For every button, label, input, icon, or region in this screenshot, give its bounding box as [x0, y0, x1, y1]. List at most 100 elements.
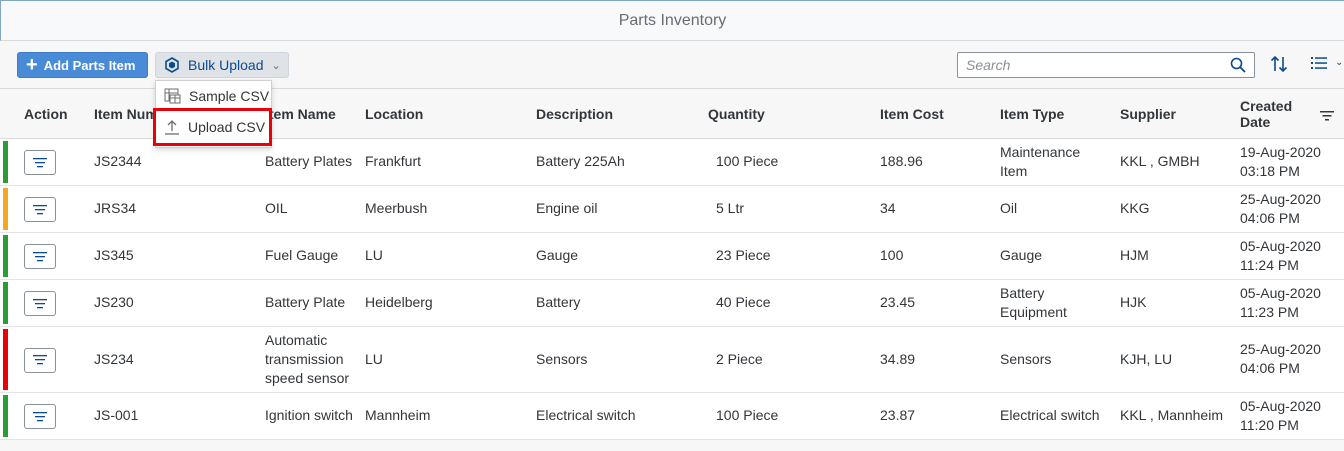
- cell-description: Battery 225Ah: [536, 153, 625, 169]
- sort-icon[interactable]: [1269, 54, 1289, 77]
- cell-item-type: Electrical switch: [1000, 407, 1100, 423]
- cell-item-cost: 23.45: [880, 294, 916, 310]
- cell-item-name: Ignition switch: [265, 407, 353, 423]
- cell-location: Mannheim: [365, 407, 431, 423]
- cell-item-num: JS234: [94, 350, 134, 367]
- list-settings-icon[interactable]: [1310, 55, 1328, 74]
- search-icon[interactable]: [1230, 57, 1246, 76]
- spreadsheet-icon: [164, 88, 181, 104]
- cell-description: Sensors: [536, 350, 588, 367]
- cell-supplier: KKL , GMBH: [1120, 153, 1200, 169]
- column-header-created-date[interactable]: Created Date: [1240, 98, 1300, 130]
- cell-quantity: 100 Piece: [716, 407, 779, 423]
- row-action-button[interactable]: [24, 404, 56, 429]
- menu-item-label: Upload CSV: [188, 119, 266, 135]
- row-action-button[interactable]: [24, 244, 56, 269]
- cube-icon: [164, 57, 180, 73]
- cell-item-cost: 34.89: [880, 350, 916, 367]
- cell-item-name: Battery Plates: [265, 153, 353, 169]
- cell-quantity: 5 Ltr: [716, 200, 745, 216]
- row-action-button[interactable]: [24, 150, 56, 175]
- cell-item-name: Automatic transmission speed sensor: [265, 331, 350, 386]
- column-header-supplier[interactable]: Supplier: [1120, 106, 1176, 122]
- cell-item-name: Fuel Gauge: [265, 247, 339, 263]
- cell-item-num: JS230: [94, 294, 134, 310]
- cell-quantity: 100 Piece: [716, 153, 779, 169]
- table-row[interactable]: JS230 Battery Plate Heidelberg Battery 40 Pi…: [0, 280, 1344, 327]
- menu-lines-icon: [33, 355, 47, 365]
- chevron-down-icon: ⌄: [271, 59, 281, 72]
- search-input[interactable]: [958, 53, 1218, 77]
- table-row[interactable]: JS-001 Ignition switch Mannheim Electrical …: [0, 393, 1344, 440]
- cell-created-date: 05-Aug-2020 11:24 PM: [1240, 237, 1321, 273]
- cell-item-num: JS345: [94, 247, 134, 263]
- cell-created-date: 05-Aug-2020 11:23 PM: [1240, 284, 1321, 320]
- menu-lines-icon: [33, 157, 47, 168]
- cell-item-name: OIL: [265, 200, 288, 216]
- column-header-item-type[interactable]: Item Type: [1000, 106, 1064, 122]
- cell-created-date: 25-Aug-2020 04:06 PM: [1240, 341, 1321, 376]
- cell-location: Meerbush: [365, 200, 428, 216]
- chevron-down-icon[interactable]: ⌄: [1335, 57, 1343, 68]
- plus-icon: +: [26, 54, 38, 76]
- cell-supplier: KJH, LU: [1120, 350, 1173, 367]
- status-indicator: [3, 282, 8, 324]
- cell-supplier: HJM: [1120, 247, 1149, 263]
- menu-lines-icon: [33, 411, 47, 422]
- cell-quantity: 23 Piece: [716, 247, 771, 263]
- cell-item-name: Battery Plate: [265, 294, 346, 310]
- status-indicator: [3, 141, 8, 183]
- menu-lines-icon: [33, 251, 47, 262]
- row-action-button[interactable]: [24, 197, 56, 222]
- column-header-location[interactable]: Location: [365, 106, 423, 122]
- table-row[interactable]: JS345 Fuel Gauge LU Gauge 23 Piece 100 Gauge HJ…: [0, 233, 1344, 280]
- cell-location: LU: [365, 350, 383, 367]
- cell-item-num: JS2344: [94, 153, 142, 169]
- cell-description: Electrical switch: [536, 407, 636, 423]
- row-action-button[interactable]: [24, 347, 56, 373]
- add-parts-item-button[interactable]: + Add Parts Item: [17, 52, 148, 78]
- status-indicator: [3, 188, 8, 230]
- cell-item-cost: 34: [880, 200, 896, 216]
- cell-location: LU: [365, 247, 383, 263]
- cell-item-type: Gauge: [1000, 247, 1043, 263]
- menu-item-sample-csv[interactable]: Sample CSV: [156, 82, 271, 110]
- cell-supplier: KKG: [1120, 200, 1150, 216]
- cell-created-date: 19-Aug-2020 03:18 PM: [1240, 143, 1321, 179]
- status-indicator: [3, 395, 8, 437]
- column-header-item-cost[interactable]: Item Cost: [880, 106, 944, 122]
- app-title: Parts Inventory: [0, 0, 1344, 41]
- bulk-upload-menu: Sample CSV Upload CSV: [155, 80, 272, 148]
- table-row[interactable]: JRS34 OIL Meerbush Engine oil 5 Ltr 34 Oil KKG 2…: [0, 186, 1344, 233]
- column-header-item-name[interactable]: Item Name: [265, 106, 336, 122]
- filter-icon[interactable]: [1320, 109, 1334, 125]
- column-header-quantity[interactable]: Quantity: [708, 106, 765, 122]
- cell-item-cost: 188.96: [880, 153, 923, 169]
- cell-quantity: 40 Piece: [716, 294, 771, 310]
- cell-supplier: HJK: [1120, 294, 1147, 310]
- row-action-button[interactable]: [24, 291, 56, 316]
- status-indicator: [3, 235, 8, 277]
- table-row[interactable]: JS234 Automatic transmission speed sensor…: [0, 327, 1344, 393]
- cell-item-type: Battery Equipment: [1000, 284, 1067, 320]
- cell-location: Frankfurt: [365, 153, 422, 169]
- cell-created-date: 25-Aug-2020 04:06 PM: [1240, 190, 1321, 226]
- cell-item-cost: 23.87: [880, 407, 916, 423]
- bulk-upload-button[interactable]: Bulk Upload ⌄: [155, 52, 289, 78]
- column-header-description[interactable]: Description: [536, 106, 613, 122]
- menu-lines-icon: [33, 204, 47, 215]
- menu-lines-icon: [33, 298, 47, 309]
- cell-item-type: Maintenance Item: [1000, 143, 1081, 179]
- cell-created-date: 05-Aug-2020 11:20 PM: [1240, 397, 1321, 433]
- column-header-item-num[interactable]: Item Num: [94, 106, 158, 122]
- bulk-upload-label: Bulk Upload: [188, 57, 264, 73]
- column-header-action: Action: [24, 106, 68, 122]
- cell-item-type: Sensors: [1000, 350, 1052, 367]
- cell-item-cost: 100: [880, 247, 904, 263]
- cell-description: Gauge: [536, 247, 579, 263]
- status-indicator: [3, 329, 8, 390]
- add-parts-item-label: Add Parts Item: [43, 57, 136, 73]
- search-field[interactable]: [957, 52, 1255, 78]
- cell-quantity: 2 Piece: [716, 350, 763, 367]
- menu-item-upload-csv[interactable]: Upload CSV: [156, 113, 271, 141]
